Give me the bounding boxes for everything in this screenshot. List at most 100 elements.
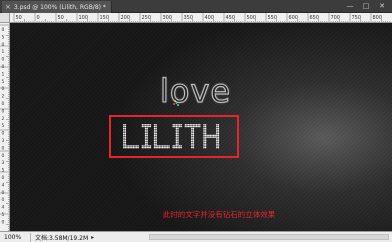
lilith-dot (217, 143, 220, 145)
lilith-dot (153, 145, 156, 147)
lilith-dot (203, 141, 205, 144)
lilith-dot (192, 136, 195, 138)
lilith-dot (146, 145, 148, 147)
lilith-dot (137, 145, 139, 147)
maximize-icon[interactable]: □ (358, 0, 374, 12)
lilith-dot (204, 146, 207, 149)
lilith-dot (204, 127, 207, 130)
lilith-dot (217, 138, 220, 140)
lilith-dot (175, 125, 178, 128)
lilith-dot (123, 125, 125, 128)
lilith-dot (124, 145, 127, 147)
lilith-dot (144, 132, 147, 135)
ruler-label: 650 (310, 15, 320, 21)
ruler-label: 550 (268, 15, 278, 21)
ruler-origin[interactable] (0, 13, 10, 23)
lilith-dot (175, 124, 178, 126)
lilith-dot (216, 145, 218, 147)
document-tab[interactable]: × 3.psd @ 100% (Lilith, RGB/8) * (2, 1, 112, 13)
lilith-dot (199, 125, 201, 128)
lilith-dot (216, 132, 218, 135)
lilith-dot (177, 127, 179, 130)
lilith-dot (123, 143, 125, 145)
ruler-label: 50 (16, 15, 22, 21)
lilith-dot (129, 146, 131, 149)
close-window-icon[interactable]: ✕ (374, 0, 390, 12)
lilith-dot (175, 134, 178, 137)
lilith-dot (204, 132, 207, 135)
document-tab-title: 3.psd @ 100% (Lilith, RGB/8) * (13, 3, 106, 11)
lilith-dot (157, 146, 159, 149)
lilith-dot (124, 134, 127, 137)
lilith-dot (216, 134, 218, 137)
lilith-dot (178, 124, 181, 126)
lilith-dot (144, 124, 147, 126)
lilith-dot (166, 146, 169, 149)
lilith-dot (143, 146, 145, 149)
lilith-dot (177, 134, 179, 137)
lilith-dot (203, 124, 205, 126)
lilith-dot (123, 139, 125, 142)
lilith-dot (172, 145, 174, 147)
lilith-dot (174, 124, 176, 126)
ruler-label: 1 (2, 49, 5, 55)
lilith-dot (197, 125, 199, 128)
lilith-dot (186, 124, 188, 126)
lilith-dot (141, 145, 144, 147)
ruler-label: 0 (2, 219, 5, 225)
ruler-label: 0 (2, 101, 5, 107)
status-menu-arrow-icon[interactable]: ▸ (88, 234, 94, 241)
lilith-dot (165, 145, 167, 147)
ruler-label: 0 (2, 57, 5, 63)
lilith-dot (148, 125, 150, 128)
lilith-dot (197, 124, 199, 126)
lilith-dot (144, 145, 147, 147)
lilith-dot (191, 134, 193, 137)
ruler-label: 3 (2, 138, 5, 144)
lilith-dot (153, 141, 156, 144)
lilith-dot (192, 146, 195, 149)
lilith-dot (123, 145, 125, 147)
lilith-dot (216, 127, 218, 130)
lilith-dot (126, 146, 128, 149)
lilith-dot (184, 125, 187, 128)
lilith-dot (146, 136, 148, 138)
lilith-dot (192, 145, 195, 147)
horizontal-ruler[interactable]: 50 0 50 100 150 200 250 300 350 400 450 500 550 600 65… (10, 13, 392, 23)
zoom-level[interactable]: 100% (0, 234, 30, 241)
lilith-dot (209, 134, 212, 137)
lilith-dot (134, 145, 136, 147)
lilith-dot (161, 146, 164, 149)
document-canvas[interactable]: love 此时的文字并没有钻石的立体效果 (10, 23, 392, 231)
lilith-dot (124, 141, 127, 144)
ruler-label: 0 (37, 15, 40, 21)
lilith-dot (175, 131, 178, 133)
ruler-label: 0 (2, 108, 5, 114)
horizontal-scrollbar[interactable] (149, 234, 389, 240)
lilith-dot (192, 141, 195, 144)
ruler-label: 0 (2, 131, 5, 137)
tab-close-icon[interactable]: × (5, 3, 11, 11)
lilith-dot (160, 146, 162, 149)
lilith-dot (157, 145, 159, 147)
lilith-dot (175, 145, 178, 147)
lilith-dot (204, 129, 207, 131)
lilith-dot (204, 134, 207, 137)
lilith-dot (149, 145, 152, 147)
ruler-label: 800 (373, 15, 383, 21)
lilith-dot (175, 129, 178, 131)
lilith-dot (153, 129, 156, 131)
lilith-dot (203, 131, 205, 133)
lilith-dot (217, 141, 220, 144)
lilith-dot (155, 124, 157, 126)
minimize-icon[interactable]: — (342, 0, 358, 12)
vertical-ruler-ticks: 050100150200250300350400450 (0, 24, 9, 231)
lilith-dot (149, 146, 152, 149)
lilith-dot (155, 129, 157, 131)
lilith-dot (177, 141, 179, 144)
lilith-dot (143, 145, 145, 147)
lilith-dot (191, 145, 193, 147)
vertical-ruler[interactable]: 050100150200250300350400450 (0, 23, 10, 231)
lilith-dot (155, 138, 157, 140)
lilith-dot (192, 134, 195, 137)
